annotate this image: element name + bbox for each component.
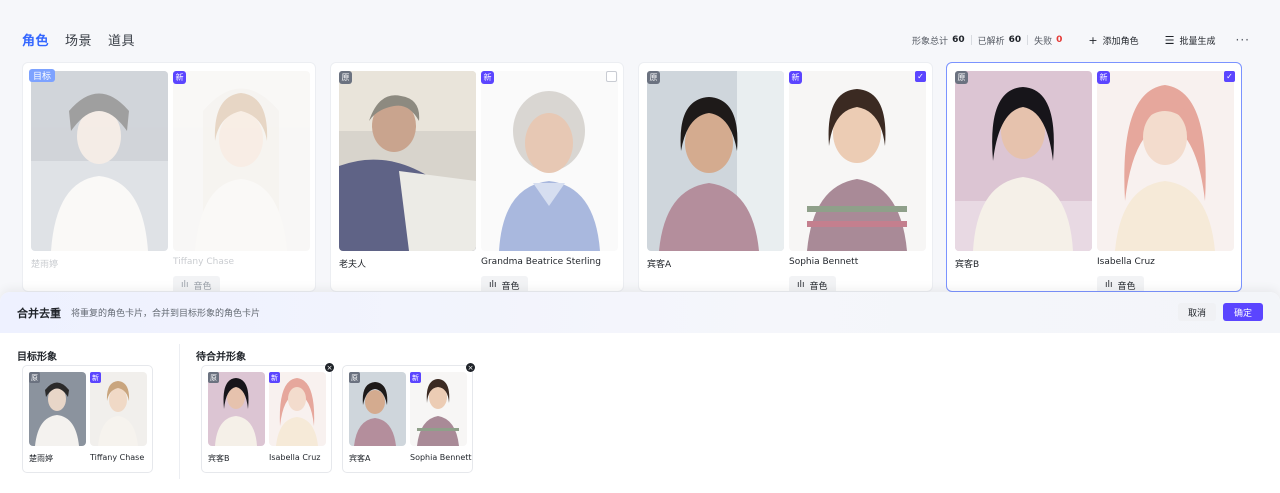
stat-parsed: 已解析 60: [977, 35, 1022, 47]
original-portrait: [31, 71, 168, 251]
divider: [1027, 35, 1029, 45]
role-card[interactable]: 原 新 老夫人 Grandma Beatrice Sterling ılı 音色: [330, 62, 624, 292]
new-badge: 新: [90, 372, 101, 383]
waveform-icon: ılı: [489, 280, 497, 290]
merge-panel-header: 合并去重 将重复的角色卡片，合并到目标形象的角色卡片 取消 确定: [0, 292, 1280, 333]
generated-name: Grandma Beatrice Sterling: [481, 257, 601, 267]
generated-portrait: [173, 71, 310, 251]
confirm-button[interactable]: 确定: [1222, 303, 1263, 321]
original-portrait: [955, 71, 1092, 251]
target-merge-card: 原 新 楚雨婷 Tiffany Chase: [22, 365, 153, 473]
voice-button[interactable]: ılı 音色: [173, 276, 220, 291]
role-card[interactable]: 原 新 ✓ 宾客B Isabella Cruz ılı 音色: [946, 62, 1242, 292]
more-menu-icon[interactable]: ···: [1236, 33, 1250, 47]
original-badge: 原: [29, 372, 40, 383]
original-thumbnail: [349, 372, 406, 446]
scroll-fade: [1255, 62, 1280, 292]
original-badge: 原: [208, 372, 219, 383]
original-badge: 原: [647, 71, 660, 84]
new-badge: 新: [789, 71, 802, 84]
voice-button[interactable]: ılı 音色: [789, 276, 836, 291]
remove-icon[interactable]: ×: [466, 363, 475, 372]
generated-name: Tiffany Chase: [173, 257, 235, 267]
select-checkbox[interactable]: [606, 71, 617, 82]
list-icon: ☰: [1164, 33, 1175, 47]
original-name: 老夫人: [339, 260, 367, 270]
generated-name: Sophia Bennett: [410, 453, 472, 462]
top-bar: 角色 场景 道具 形象总计 60 已解析 60 失败 0 + 添加角色 ☰ 批量…: [0, 0, 1280, 62]
plus-icon: +: [1088, 33, 1098, 47]
original-portrait: [339, 71, 476, 251]
original-name: 宾客A: [349, 454, 371, 463]
generated-portrait: [481, 71, 618, 251]
merge-panel-title: 合并去重: [17, 306, 61, 320]
target-section-label: 目标形象: [17, 352, 57, 363]
generated-portrait: [1097, 71, 1234, 251]
select-checkbox[interactable]: ✓: [1224, 71, 1235, 82]
role-card[interactable]: 目标 新 楚雨婷 Tiffany Chase ılı 音色: [22, 62, 316, 292]
select-checkbox[interactable]: ✓: [915, 71, 926, 82]
pending-merge-card: × 原 新 宾客A Sophia Bennett: [342, 363, 475, 473]
stat-total: 形象总计 60: [912, 35, 965, 47]
new-badge: 新: [1097, 71, 1110, 84]
waveform-icon: ılı: [1105, 280, 1113, 290]
original-name: 楚雨婷: [29, 454, 53, 463]
original-badge: 原: [339, 71, 352, 84]
tab-props[interactable]: 道具: [108, 30, 135, 49]
generated-name: Isabella Cruz: [269, 453, 321, 462]
remove-icon[interactable]: ×: [325, 363, 334, 372]
original-name: 宾客B: [955, 260, 980, 270]
merge-panel-description: 将重复的角色卡片，合并到目标形象的角色卡片: [71, 309, 261, 319]
generated-thumbnail: [90, 372, 147, 446]
original-name: 宾客B: [208, 454, 230, 463]
pending-section-label: 待合并形象: [196, 352, 246, 363]
waveform-icon: ılı: [181, 280, 189, 290]
add-role-button[interactable]: + 添加角色: [1088, 34, 1138, 47]
section-divider: [179, 344, 180, 479]
voice-button[interactable]: ılı 音色: [1097, 276, 1144, 291]
generated-thumbnail: [410, 372, 467, 446]
tab-roles[interactable]: 角色: [22, 30, 49, 49]
original-portrait: [647, 71, 784, 251]
original-thumbnail: [208, 372, 265, 446]
category-tabs: 角色 场景 道具: [22, 30, 135, 49]
header-actions: 形象总计 60 已解析 60 失败 0 + 添加角色 ☰ 批量生成 ···: [912, 33, 1250, 47]
original-badge: 原: [349, 372, 360, 383]
stat-failed: 失败 0: [1034, 35, 1063, 47]
original-name: 楚雨婷: [31, 260, 59, 270]
new-badge: 新: [481, 71, 494, 84]
voice-button[interactable]: ılı 音色: [481, 276, 528, 291]
tab-scenes[interactable]: 场景: [65, 30, 92, 49]
new-badge: 新: [269, 372, 280, 383]
pending-merge-card: × 原 新 宾客B Isabella Cruz: [201, 363, 334, 473]
new-badge: 新: [173, 71, 186, 84]
divider: [970, 35, 972, 45]
original-badge: 原: [955, 71, 968, 84]
target-badge: 目标: [29, 69, 56, 82]
original-thumbnail: [29, 372, 86, 446]
generated-thumbnail: [269, 372, 326, 446]
cancel-button[interactable]: 取消: [1177, 303, 1216, 321]
role-card[interactable]: 原 新 ✓ 宾客A Sophia Bennett ılı 音色: [638, 62, 933, 292]
generated-name: Isabella Cruz: [1097, 257, 1155, 267]
original-name: 宾客A: [647, 260, 672, 270]
generated-name: Sophia Bennett: [789, 257, 859, 267]
batch-generate-button[interactable]: ☰ 批量生成: [1165, 34, 1216, 47]
waveform-icon: ılı: [797, 280, 805, 290]
generated-name: Tiffany Chase: [90, 453, 145, 462]
generated-portrait: [789, 71, 926, 251]
new-badge: 新: [410, 372, 421, 383]
merge-panel: 合并去重 将重复的角色卡片，合并到目标形象的角色卡片 取消 确定 目标形象 待合…: [0, 292, 1280, 493]
